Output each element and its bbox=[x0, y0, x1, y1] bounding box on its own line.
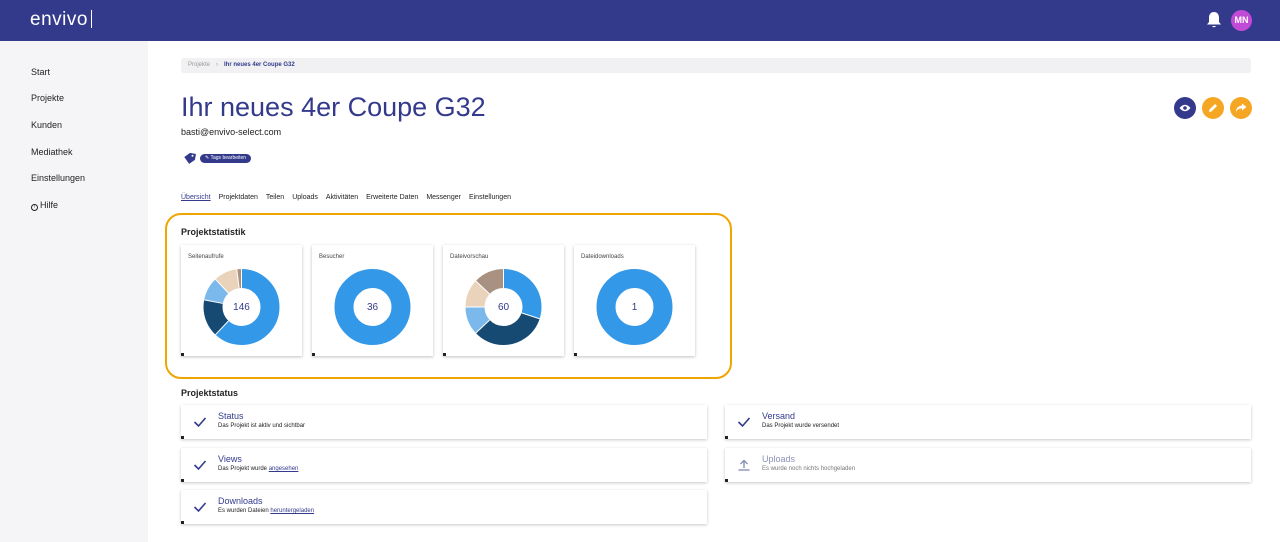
sidebar-item-start[interactable]: Start bbox=[31, 67, 50, 77]
sidebar: Start Projekte Kunden Mediathek Einstell… bbox=[0, 41, 148, 542]
tab-projektdaten[interactable]: Projektdaten bbox=[219, 194, 258, 206]
tab-uebersicht[interactable]: Übersicht bbox=[181, 194, 211, 206]
top-bar: envivo MN bbox=[0, 0, 1280, 41]
resize-handle bbox=[574, 353, 577, 356]
status-desc: Das Projekt ist aktiv und sichtbar bbox=[218, 423, 306, 429]
status-card-uploads: Uploads Es wurde noch nichts hochgeladen bbox=[725, 448, 1251, 482]
stat-card-title: Dateivorschau bbox=[450, 254, 489, 260]
resize-handle bbox=[181, 479, 184, 482]
views-link[interactable]: angesehen bbox=[269, 466, 299, 472]
stat-card-title: Dateidownloads bbox=[581, 254, 624, 260]
edit-button[interactable] bbox=[1202, 97, 1224, 119]
stat-card-title: Besucher bbox=[319, 254, 345, 260]
chevron-right-icon: › bbox=[216, 62, 219, 68]
sidebar-item-mediathek[interactable]: Mediathek bbox=[31, 147, 73, 157]
sidebar-item-kunden[interactable]: Kunden bbox=[31, 120, 62, 130]
status-heading: Projektstatus bbox=[181, 388, 239, 398]
donut-chart bbox=[596, 269, 673, 345]
tab-erweiterte-daten[interactable]: Erweiterte Daten bbox=[366, 194, 418, 206]
stat-card-value: 146 bbox=[233, 302, 250, 313]
downloads-link[interactable]: heruntergeladen bbox=[270, 508, 314, 514]
tab-uploads[interactable]: Uploads bbox=[292, 194, 318, 206]
stats-heading: Projektstatistik bbox=[181, 227, 246, 237]
stat-card-value: 36 bbox=[366, 302, 379, 313]
avatar[interactable]: MN bbox=[1231, 10, 1252, 31]
bell-icon[interactable] bbox=[1206, 11, 1222, 29]
sidebar-item-projekte[interactable]: Projekte bbox=[31, 93, 64, 103]
breadcrumb-current: Ihr neues 4er Coupe G32 bbox=[224, 62, 295, 68]
donut-chart bbox=[203, 269, 280, 345]
resize-handle bbox=[181, 353, 184, 356]
status-card-views: Views Das Projekt wurde angesehen bbox=[181, 448, 707, 482]
tab-messenger[interactable]: Messenger bbox=[426, 194, 461, 206]
resize-handle bbox=[725, 479, 728, 482]
tag-icon bbox=[184, 152, 196, 164]
status-desc: Das Projekt wurde versendet bbox=[762, 423, 840, 429]
sidebar-item-einstellungen[interactable]: Einstellungen bbox=[31, 173, 85, 183]
view-button[interactable] bbox=[1174, 97, 1196, 119]
eye-icon bbox=[1179, 104, 1191, 112]
stat-card-dateivorschau: Dateivorschau 60 bbox=[443, 245, 564, 356]
donut-chart bbox=[465, 269, 542, 345]
status-title: Views bbox=[218, 454, 242, 464]
edit-tags-label: Tags bearbeiten bbox=[210, 155, 247, 161]
check-icon bbox=[193, 460, 207, 471]
status-desc-text: Das Projekt wurde bbox=[218, 466, 269, 472]
check-icon bbox=[193, 417, 207, 428]
resize-handle bbox=[181, 436, 184, 439]
sidebar-item-label: Hilfe bbox=[40, 200, 59, 210]
stat-card-dateidownloads: Dateidownloads 1 bbox=[574, 245, 695, 356]
main-content: Projekte › Ihr neues 4er Coupe G32 Ihr neu… bbox=[148, 41, 1280, 542]
donut-chart bbox=[334, 269, 411, 345]
help-icon: ! bbox=[31, 204, 38, 211]
status-card-versand: Versand Das Projekt wurde versendet bbox=[725, 405, 1251, 439]
resize-handle bbox=[725, 436, 728, 439]
pencil-icon bbox=[1209, 104, 1217, 112]
tab-teilen[interactable]: Teilen bbox=[266, 194, 284, 206]
status-title: Uploads bbox=[762, 454, 796, 464]
status-desc: Es wurde noch nichts hochgeladen bbox=[762, 466, 856, 472]
page-title: Ihr neues 4er Coupe G32 bbox=[181, 92, 486, 122]
tab-bar: Übersicht Projektdaten Teilen Uploads Ak… bbox=[181, 194, 519, 206]
status-title: Downloads bbox=[218, 496, 263, 506]
logo[interactable]: envivo bbox=[30, 9, 92, 31]
stat-card-seitenaufrufe: Seitenaufrufe 146 bbox=[181, 245, 302, 356]
check-icon bbox=[193, 502, 207, 513]
edit-tags-button[interactable]: ✎ Tags bearbeiten bbox=[200, 154, 252, 163]
status-desc-text: Es wurden Dateien bbox=[218, 508, 271, 514]
share-button[interactable] bbox=[1230, 97, 1252, 119]
status-card-downloads: Downloads Es wurden Dateien heruntergela… bbox=[181, 490, 707, 524]
stat-card-value: 1 bbox=[631, 302, 638, 313]
stat-card-besucher: Besucher 36 bbox=[312, 245, 433, 356]
status-desc: Es wurden Dateien heruntergeladen bbox=[218, 508, 314, 514]
status-title: Status bbox=[218, 411, 244, 421]
status-card-status: Status Das Projekt ist aktiv und sichtba… bbox=[181, 405, 707, 439]
stat-card-value: 60 bbox=[497, 302, 510, 313]
check-icon bbox=[737, 417, 751, 428]
tab-aktivitaeten[interactable]: Aktivitäten bbox=[326, 194, 358, 206]
resize-handle bbox=[181, 521, 184, 524]
breadcrumb-link-projekte[interactable]: Projekte bbox=[188, 62, 210, 68]
status-title: Versand bbox=[762, 411, 796, 421]
share-arrow-icon bbox=[1235, 103, 1247, 112]
sidebar-item-hilfe[interactable]: ! Hilfe bbox=[31, 200, 58, 211]
status-desc: Das Projekt wurde angesehen bbox=[218, 466, 298, 472]
tab-einstellungen[interactable]: Einstellungen bbox=[469, 194, 511, 206]
resize-handle bbox=[443, 353, 446, 356]
breadcrumb: Projekte › Ihr neues 4er Coupe G32 bbox=[181, 58, 1251, 73]
project-email: basti@envivo-select.com bbox=[181, 127, 282, 137]
stat-card-title: Seitenaufrufe bbox=[188, 254, 224, 260]
resize-handle bbox=[312, 353, 315, 356]
upload-icon bbox=[738, 459, 750, 471]
